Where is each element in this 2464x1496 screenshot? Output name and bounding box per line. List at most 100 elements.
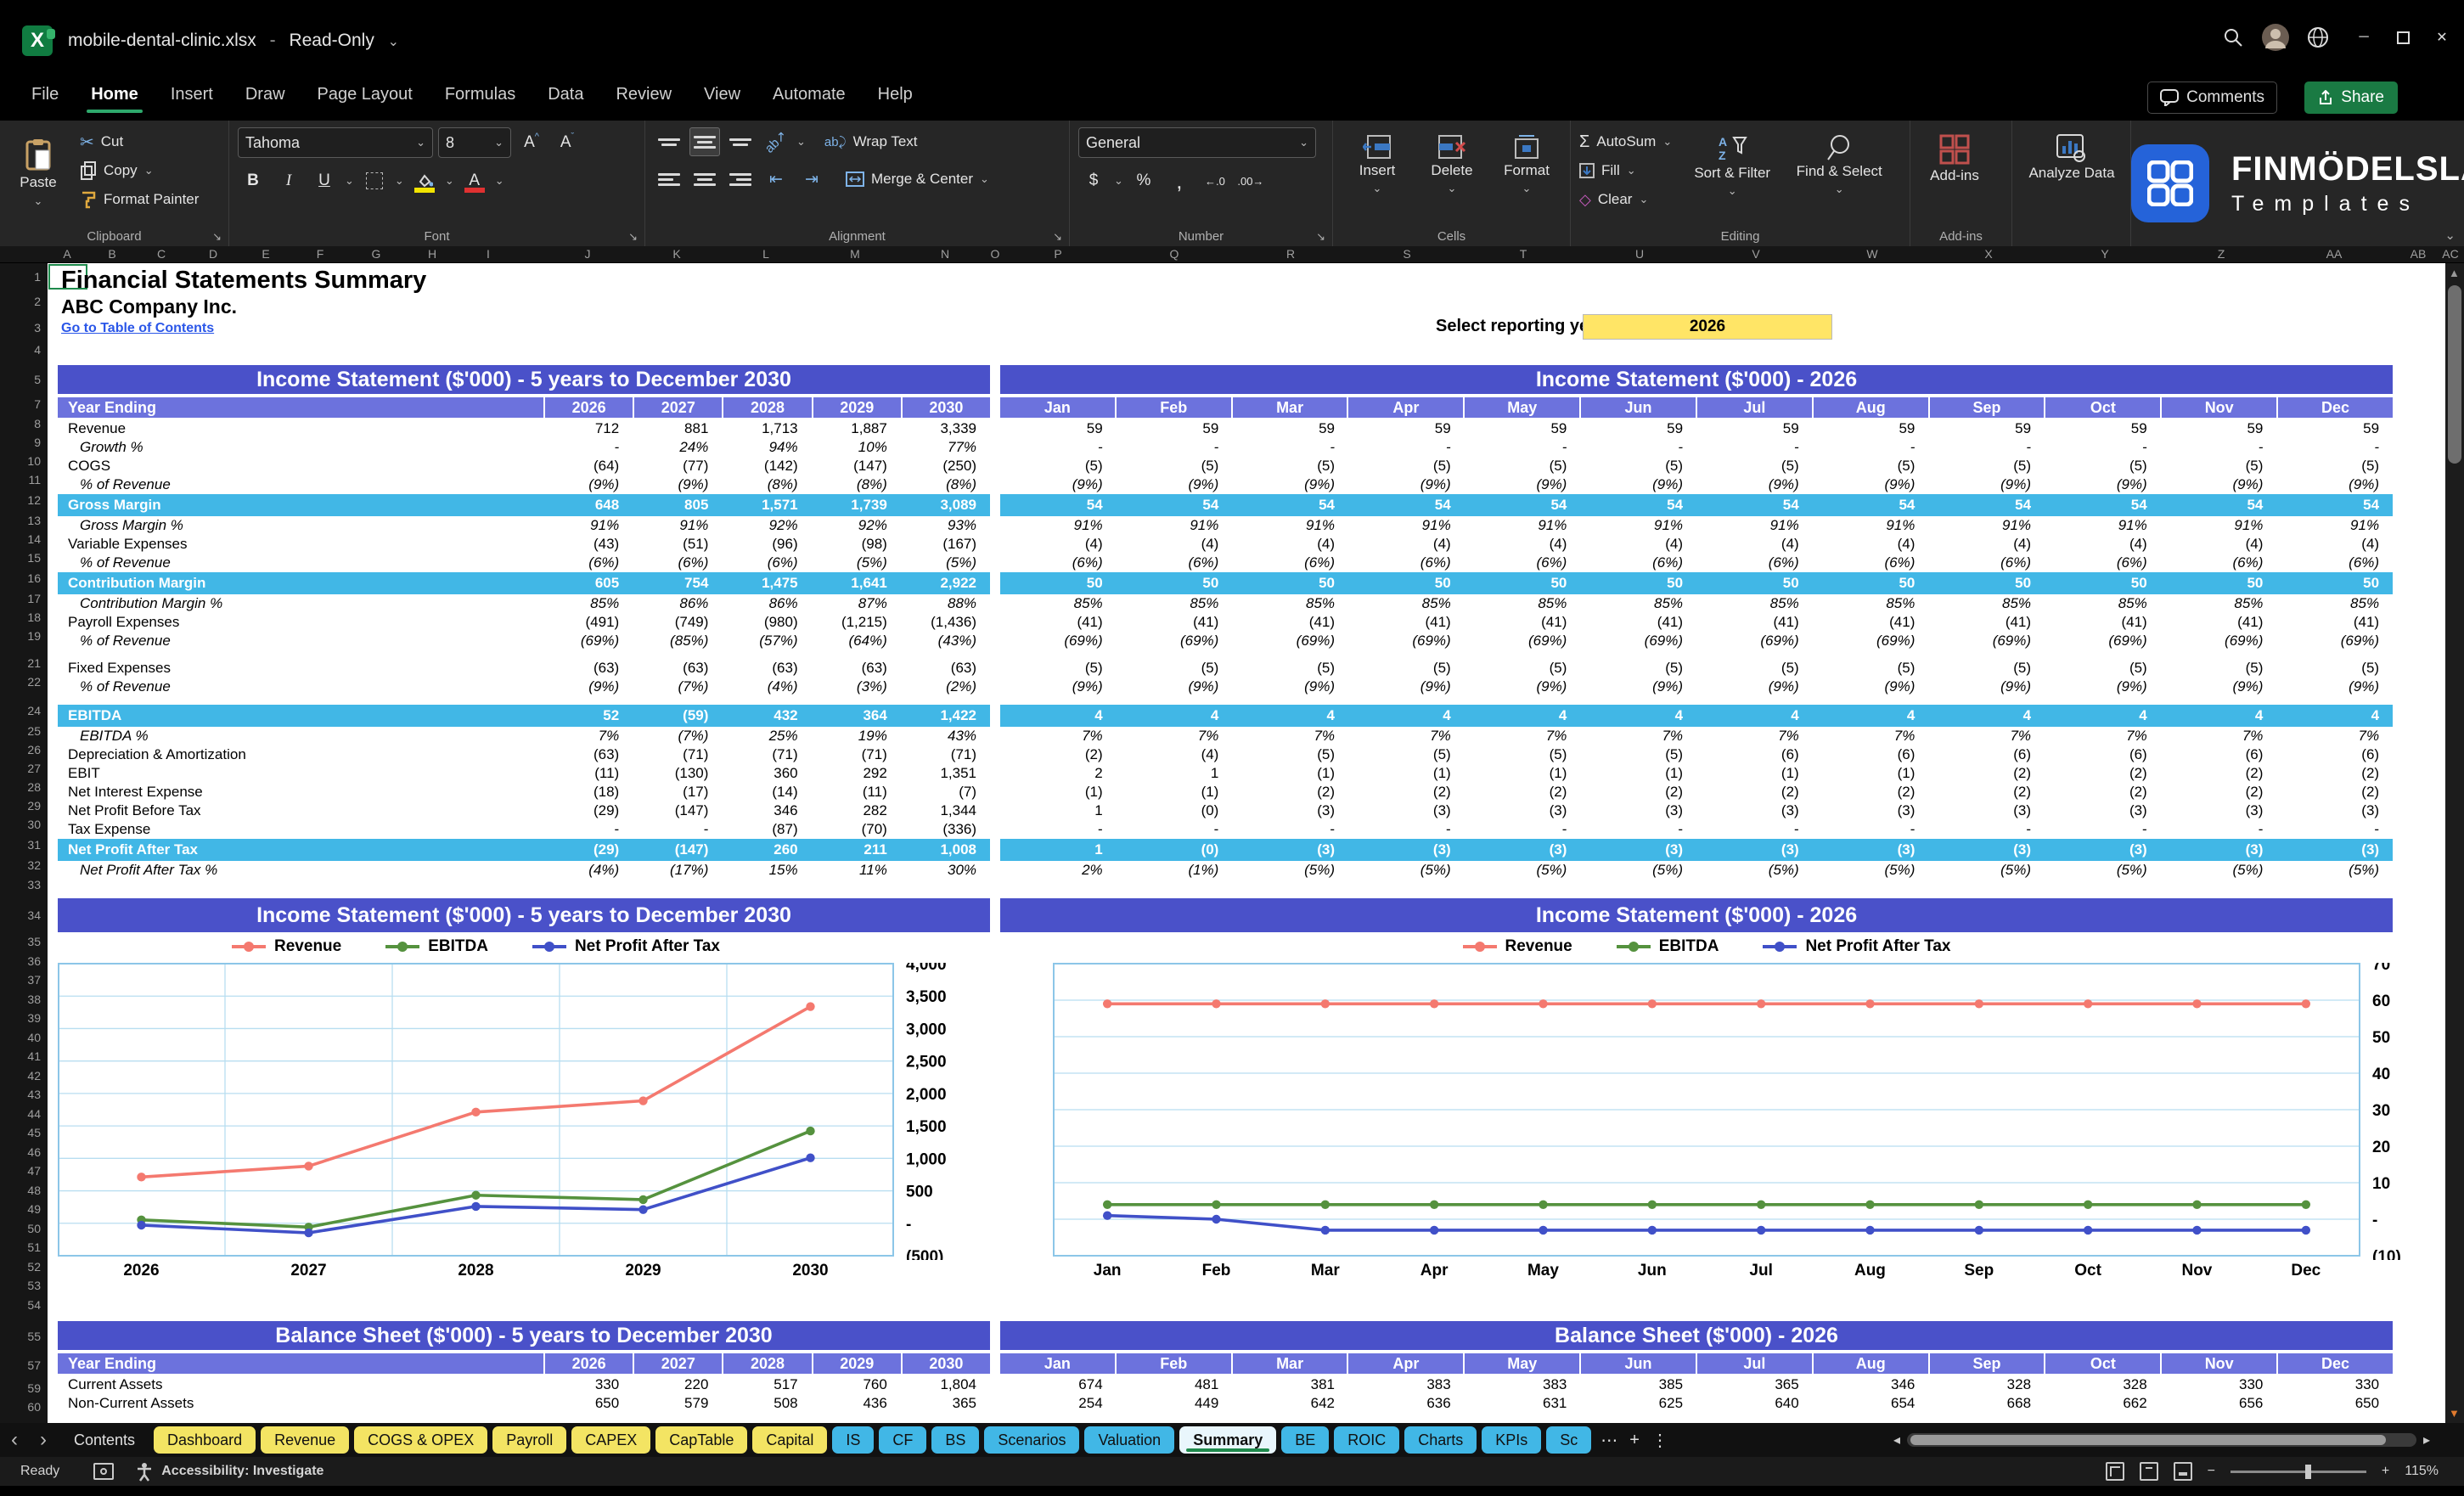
increase-indent-button[interactable]: ⇥ [796, 165, 827, 194]
increase-decimal-button[interactable]: ←.0 [1200, 166, 1230, 195]
value-cell[interactable]: (1) [1580, 765, 1696, 782]
value-cell[interactable]: (147) [633, 802, 722, 819]
value-cell[interactable]: (2) [2045, 784, 2161, 801]
value-cell[interactable]: (4) [1580, 536, 1696, 553]
value-cell[interactable]: (6%) [1117, 554, 1233, 571]
value-cell[interactable]: (5) [1348, 458, 1465, 475]
value-cell[interactable]: 54 [1348, 497, 1465, 514]
chevron-down-icon[interactable]: ⌄ [1114, 174, 1123, 188]
row-header-12[interactable]: 12 [27, 493, 41, 507]
value-cell[interactable]: - [1696, 821, 1813, 838]
value-cell[interactable]: 59 [1696, 420, 1813, 437]
row-header-3[interactable]: 3 [34, 321, 41, 335]
value-cell[interactable]: 85% [1465, 595, 1581, 612]
value-cell[interactable]: (5%) [1928, 862, 2045, 879]
currency-format-button[interactable]: $ [1078, 166, 1109, 195]
value-cell[interactable]: 54 [1117, 497, 1233, 514]
value-cell[interactable]: 881 [633, 420, 722, 437]
sheet-tab-kpis[interactable]: KPIs [1482, 1426, 1542, 1454]
row-label-cell[interactable]: EBITDA [58, 707, 543, 724]
copy-button[interactable]: Copy ⌄ [75, 156, 204, 185]
value-cell[interactable]: (9%) [543, 678, 633, 695]
value-cell[interactable]: 50 [1696, 575, 1813, 592]
value-cell[interactable]: 85% [2161, 595, 2277, 612]
row-header-57[interactable]: 57 [27, 1358, 41, 1372]
value-cell[interactable]: 2 [1000, 765, 1117, 782]
vertical-scrollbar[interactable]: ▲ ▼ [2445, 263, 2464, 1423]
value-cell[interactable]: (9%) [1580, 678, 1696, 695]
row-label-cell[interactable]: Contribution Margin [58, 575, 543, 592]
value-cell[interactable]: - [2045, 821, 2161, 838]
value-cell[interactable]: 85% [1580, 595, 1696, 612]
row-header-41[interactable]: 41 [27, 1049, 41, 1063]
align-bottom-button[interactable] [725, 127, 756, 156]
value-cell[interactable]: (3) [2276, 841, 2393, 858]
legend-item[interactable]: Net Profit After Tax [1763, 937, 1950, 956]
value-cell[interactable]: 94% [722, 439, 811, 456]
year-ending-header[interactable]: Year Ending [58, 397, 543, 418]
value-cell[interactable]: (5) [2276, 458, 2393, 475]
value-cell[interactable]: 59 [2161, 420, 2277, 437]
column-header-F[interactable]: F [317, 247, 324, 261]
value-cell[interactable]: 77% [901, 439, 990, 456]
merge-center-button[interactable]: Merge & Center ⌄ [846, 165, 989, 194]
value-cell[interactable]: 50 [2161, 575, 2277, 592]
chevron-down-icon[interactable]: ⌄ [395, 174, 404, 188]
column-header-cell[interactable]: Jan [1000, 397, 1115, 418]
column-header-cell[interactable]: 2026 [543, 1353, 633, 1374]
value-cell[interactable]: (2) [1928, 784, 2045, 801]
column-header-O[interactable]: O [991, 247, 1000, 261]
value-cell[interactable]: (9%) [1580, 476, 1696, 493]
value-cell[interactable]: (63) [543, 746, 633, 763]
value-cell[interactable]: 383 [1465, 1376, 1581, 1393]
zoom-slider[interactable] [2230, 1464, 2366, 1479]
value-cell[interactable]: 91% [2161, 517, 2277, 534]
wrap-text-button[interactable]: ab⤸ Wrap Text [824, 127, 918, 156]
avatar[interactable] [2257, 19, 2294, 56]
value-cell[interactable]: (43%) [901, 633, 990, 650]
column-header-AA[interactable]: AA [2326, 247, 2343, 261]
value-cell[interactable]: (57%) [722, 633, 811, 650]
sheet-tab-revenue[interactable]: Revenue [261, 1426, 350, 1454]
value-cell[interactable]: 365 [1696, 1376, 1813, 1393]
number-dialog-launcher[interactable]: ↘ [1316, 230, 1325, 244]
value-cell[interactable]: 4 [1117, 707, 1233, 724]
value-cell[interactable]: (3) [1580, 802, 1696, 819]
value-cell[interactable]: (3) [1928, 802, 2045, 819]
value-cell[interactable]: 50 [2276, 575, 2393, 592]
value-cell[interactable]: - [1000, 821, 1117, 838]
sheet-nav-right-arrow[interactable]: › [29, 1428, 58, 1452]
value-cell[interactable]: (2) [2276, 784, 2393, 801]
value-cell[interactable]: - [543, 439, 633, 456]
value-cell[interactable]: 10% [812, 439, 901, 456]
value-cell[interactable]: 1,008 [901, 841, 990, 858]
value-cell[interactable]: 93% [901, 517, 990, 534]
value-cell[interactable]: 436 [812, 1395, 901, 1412]
value-cell[interactable]: 54 [1000, 497, 1117, 514]
value-cell[interactable]: - [1117, 439, 1233, 456]
column-header-AC[interactable]: AC [2442, 247, 2458, 261]
column-header-Q[interactable]: Q [1170, 247, 1179, 261]
value-cell[interactable]: 760 [812, 1376, 901, 1393]
fill-button[interactable]: Fill ⌄ [1579, 156, 1672, 185]
row-header-26[interactable]: 26 [27, 743, 41, 756]
value-cell[interactable]: 282 [812, 802, 901, 819]
value-cell[interactable]: 91% [1580, 517, 1696, 534]
value-cell[interactable]: (98) [812, 536, 901, 553]
value-cell[interactable]: 7% [2161, 728, 2277, 745]
value-cell[interactable]: 91% [1928, 517, 2045, 534]
column-header-cell[interactable]: Mar [1230, 397, 1347, 418]
value-cell[interactable]: (29) [543, 802, 633, 819]
legend-item[interactable]: Revenue [232, 937, 341, 956]
column-header-cell[interactable]: 2029 [811, 1353, 901, 1374]
value-cell[interactable]: 85% [1696, 595, 1813, 612]
value-cell[interactable]: 517 [722, 1376, 811, 1393]
row-header-37[interactable]: 37 [27, 973, 41, 987]
value-cell[interactable]: - [2276, 439, 2393, 456]
value-cell[interactable]: 346 [1813, 1376, 1929, 1393]
more-sheets-button[interactable]: ⋯ [1600, 1430, 1617, 1451]
value-cell[interactable]: 656 [2161, 1395, 2277, 1412]
align-center-button[interactable] [689, 165, 720, 194]
value-cell[interactable]: 88% [901, 595, 990, 612]
value-cell[interactable]: (1) [1232, 765, 1348, 782]
